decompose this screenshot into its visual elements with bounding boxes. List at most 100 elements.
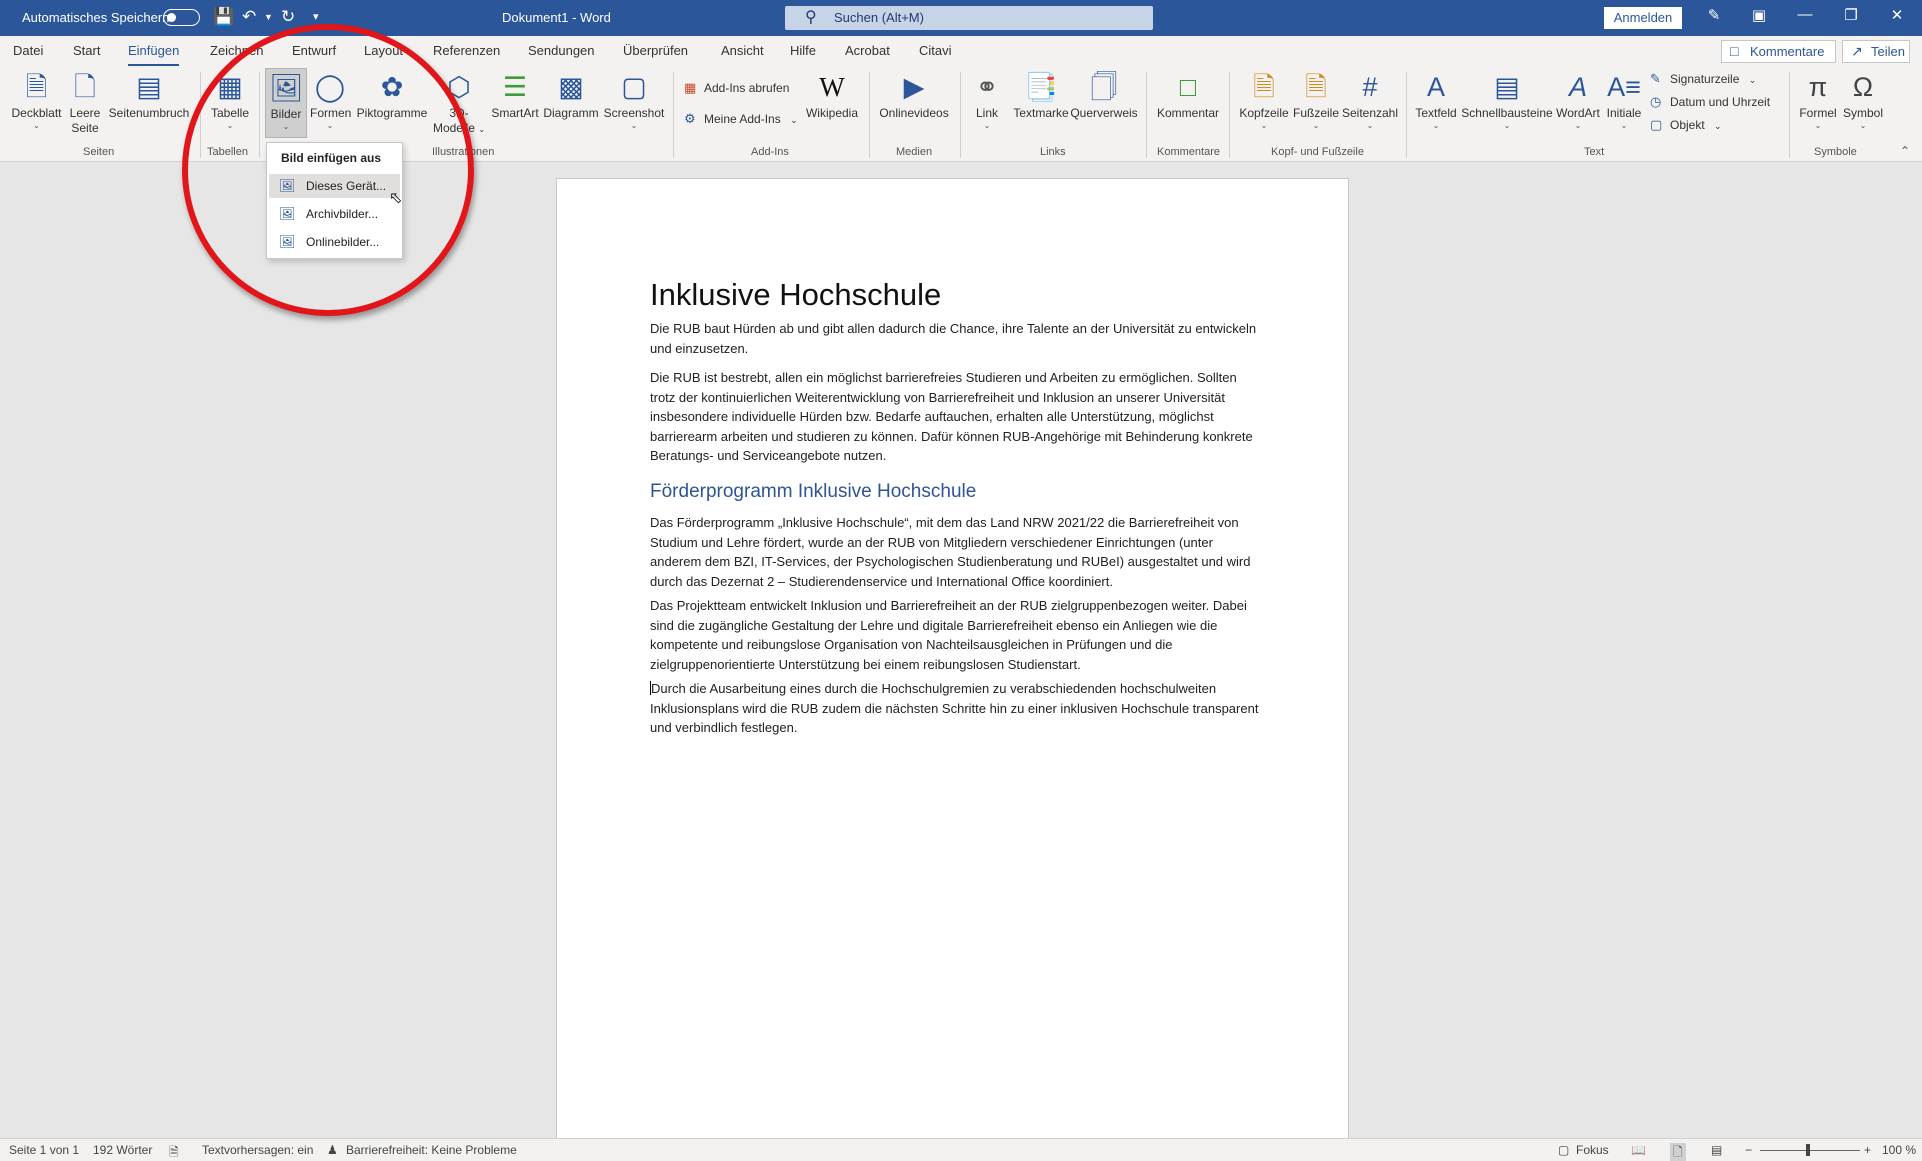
search-box[interactable]: ⚲ Suchen (Alt+M) (785, 6, 1153, 30)
tab-entwurf[interactable]: Entwurf (292, 43, 336, 58)
kommentar-button[interactable]: □ Kommentar (1154, 70, 1222, 121)
meine-addins-button[interactable]: ⚙ Meine Add-Ins ⌄ (684, 111, 798, 128)
addins-abrufen-button[interactable]: ▦ Add-Ins abrufen (684, 80, 789, 96)
save-icon[interactable]: 💾 (213, 6, 234, 28)
doc-paragraph-2: Die RUB ist bestrebt, allen ein möglichs… (650, 370, 1253, 463)
proofing-icon[interactable]: 🗎 (169, 1143, 179, 1161)
menu-item-archivbilder[interactable]: 🖼 Archivbilder... (269, 202, 400, 226)
querverweis-button[interactable]: 🗍 Querverweis (1070, 70, 1138, 121)
seitenumbruch-button[interactable]: ▤ Seitenumbruch (106, 70, 192, 121)
page-break-icon: ▤ (136, 72, 162, 102)
object-icon: ▢ (1650, 117, 1663, 132)
onlinevideos-button[interactable]: ▶ Onlinevideos (876, 70, 952, 121)
chevron-down-icon: ⌄ (1366, 121, 1374, 130)
kopfzeile-button[interactable]: 🗎 Kopfzeile ⌄ (1237, 70, 1291, 131)
close-icon[interactable]: ✕ (1882, 6, 1912, 24)
objekt-button[interactable]: ▢ Objekt ⌄ (1650, 117, 1722, 134)
initiale-button[interactable]: A≡ Initiale ⌄ (1602, 70, 1646, 131)
tab-sendungen[interactable]: Sendungen (528, 43, 595, 58)
textmarke-button[interactable]: 📑 Textmarke (1010, 70, 1072, 121)
signin-button[interactable]: Anmelden (1604, 7, 1682, 29)
comments-button[interactable]: □ Kommentare (1721, 40, 1836, 63)
icons-icon: ✿ (380, 72, 404, 102)
tab-start[interactable]: Start (73, 43, 100, 58)
screenshot-label: Screenshot (603, 106, 665, 120)
menu-item-onlinebilder[interactable]: 🖼 Onlinebilder... (269, 230, 400, 254)
smartart-button[interactable]: ☰ SmartArt (489, 70, 541, 121)
zoom-in-icon[interactable]: + (1864, 1143, 1871, 1157)
zoom-slider-thumb[interactable] (1806, 1144, 1810, 1156)
tab-hilfe[interactable]: Hilfe (790, 43, 816, 58)
customize-quick-access-icon[interactable]: ▾ (313, 6, 319, 28)
read-mode-icon[interactable]: 📖 (1631, 1143, 1646, 1157)
tab-zeichnen[interactable]: Zeichnen (210, 43, 263, 58)
chevron-down-icon: ⌄ (1574, 121, 1582, 130)
pen-icon[interactable]: ✎ (1699, 6, 1729, 24)
menu-item-dieses-geraet[interactable]: 🖼 Dieses Gerät... (269, 174, 400, 198)
tab-layout[interactable]: Layout (364, 43, 403, 58)
focus-button[interactable]: Fokus (1576, 1143, 1609, 1157)
formel-button[interactable]: π Formel ⌄ (1796, 70, 1840, 131)
diagramm-button[interactable]: ▩ Diagramm (541, 70, 601, 121)
search-placeholder: Suchen (Alt+M) (834, 10, 924, 25)
schnellbausteine-label: Schnellbausteine (1461, 106, 1553, 120)
tabelle-label: Tabelle (210, 106, 250, 120)
omega-icon: Ω (1852, 72, 1874, 102)
group-illustrationen: Illustrationen (432, 146, 495, 158)
autosave-toggle[interactable] (163, 9, 200, 26)
zoom-out-icon[interactable]: − (1745, 1143, 1752, 1157)
schnellbausteine-button[interactable]: ▤ Schnellbausteine ⌄ (1460, 70, 1554, 131)
chevron-down-icon: ⌄ (1814, 121, 1822, 130)
text-predictions[interactable]: Textvorhersagen: ein (202, 1143, 313, 1157)
share-button[interactable]: ↗ Teilen (1842, 40, 1910, 63)
zoom-slider-track[interactable] (1760, 1150, 1860, 1151)
online-pictures-icon: 🖼 (279, 234, 296, 249)
redo-icon[interactable]: ↻ (281, 6, 295, 28)
share-label: Teilen (1871, 44, 1905, 59)
chevron-down-icon: ⌄ (226, 121, 234, 130)
bilder-button[interactable]: 🖼 Bilder ⌄ (265, 68, 307, 138)
page-count[interactable]: Seite 1 von 1 (9, 1143, 79, 1157)
tab-ueberpruefen[interactable]: Überprüfen (623, 43, 688, 58)
3d-modelle-button[interactable]: ⬡ 3D- Modelle ⌄ (430, 70, 488, 137)
seitenzahl-button[interactable]: # Seitenzahl ⌄ (1341, 70, 1399, 131)
title-bar: Automatisches Speichern 💾 ↶ ▼ ↻ ▾ Dokume… (0, 0, 1922, 36)
web-layout-icon[interactable]: ▤ (1711, 1143, 1722, 1157)
tab-datei[interactable]: Datei (13, 43, 43, 58)
fusszeile-button[interactable]: 🗎 Fußzeile ⌄ (1291, 70, 1341, 131)
word-count[interactable]: 192 Wörter (93, 1143, 152, 1157)
undo-icon[interactable]: ↶ (242, 6, 256, 28)
ribbon-display-icon[interactable]: ▣ (1744, 6, 1774, 24)
signaturzeile-button[interactable]: ✎ Signaturzeile ⌄ (1650, 71, 1756, 88)
restore-icon[interactable]: ❐ (1836, 6, 1866, 24)
zoom-level[interactable]: 100 % (1882, 1143, 1916, 1157)
link-button[interactable]: ⚭ Link ⌄ (968, 70, 1006, 131)
leere-seite-button[interactable]: 🗋 Leere Seite (66, 70, 104, 136)
tab-ansicht[interactable]: Ansicht (721, 43, 764, 58)
tab-acrobat[interactable]: Acrobat (845, 43, 890, 58)
tab-einfuegen[interactable]: Einfügen (128, 43, 180, 67)
textfeld-button[interactable]: A Textfeld ⌄ (1413, 70, 1459, 131)
accessibility-status[interactable]: Barrierefreiheit: Keine Probleme (346, 1143, 517, 1157)
datum-uhrzeit-button[interactable]: ◷ Datum und Uhrzeit (1650, 94, 1770, 110)
wikipedia-button[interactable]: W Wikipedia (802, 70, 862, 121)
chevron-down-icon: ⌄ (1260, 121, 1268, 130)
print-layout-icon[interactable]: 🗋 (1670, 1143, 1686, 1161)
deckblatt-button[interactable]: 🗎 Deckblatt ⌄ (9, 70, 64, 131)
menu-item-label: Archivbilder... (306, 207, 379, 221)
collapse-ribbon-icon[interactable]: ⌃ (1900, 144, 1910, 158)
drop-cap-icon: A≡ (1607, 72, 1641, 102)
seitenumbruch-label: Seitenumbruch (108, 106, 190, 120)
formen-button[interactable]: ◯ Formen ⌄ (310, 70, 351, 131)
screenshot-button[interactable]: ▢ Screenshot ⌄ (602, 70, 666, 131)
symbol-button[interactable]: Ω Symbol ⌄ (1840, 70, 1886, 131)
separator (200, 72, 201, 158)
minimize-icon[interactable]: — (1790, 6, 1820, 23)
tab-citavi[interactable]: Citavi (919, 43, 952, 58)
wordart-button[interactable]: A WordArt ⌄ (1554, 70, 1602, 131)
tab-referenzen[interactable]: Referenzen (433, 43, 500, 58)
document-page[interactable]: Inklusive Hochschule Die RUB baut Hürden… (556, 178, 1349, 1158)
piktogramme-button[interactable]: ✿ Piktogramme (354, 70, 430, 121)
tabelle-button[interactable]: ▦ Tabelle ⌄ (207, 70, 253, 131)
undo-dropdown-icon[interactable]: ▼ (264, 6, 273, 28)
